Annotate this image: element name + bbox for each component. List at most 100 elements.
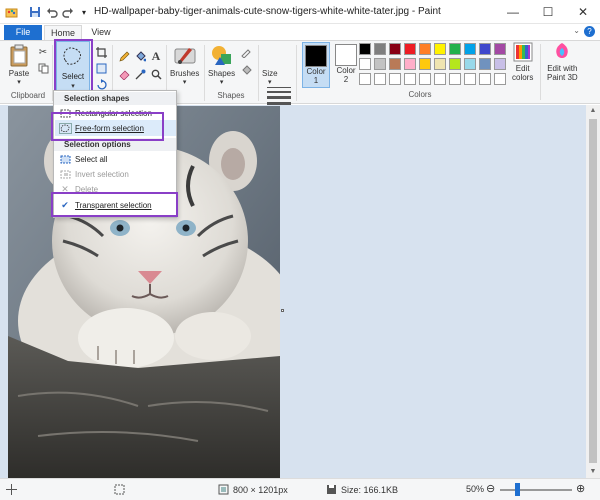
scroll-down-icon[interactable]: ▼ xyxy=(586,466,600,478)
cut-icon[interactable]: ✂ xyxy=(36,45,50,59)
eraser-icon[interactable] xyxy=(117,67,131,81)
undo-icon[interactable] xyxy=(45,5,59,19)
zoom-level: 50% xyxy=(466,484,485,494)
customize-quick-access-icon[interactable]: ▾ xyxy=(77,5,91,19)
maximize-button[interactable]: ☐ xyxy=(531,0,565,24)
crop-icon[interactable] xyxy=(94,45,108,59)
copy-icon[interactable] xyxy=(36,61,50,75)
palette-swatch[interactable] xyxy=(494,43,506,55)
color1-swatch xyxy=(305,45,327,67)
file-size: Size: 166.1KB xyxy=(326,484,398,495)
ribbon-separator xyxy=(258,45,259,101)
color-palette xyxy=(359,43,506,85)
ribbon-separator xyxy=(540,44,541,100)
tab-file[interactable]: File xyxy=(4,25,42,40)
palette-swatch[interactable] xyxy=(479,58,491,70)
brushes-button[interactable]: Brushes ▾ xyxy=(170,43,199,86)
shapes-button[interactable]: Shapes ▾ xyxy=(208,43,235,86)
freeform-selection-highlight xyxy=(51,112,164,141)
rotate-icon[interactable] xyxy=(94,77,108,91)
redo-icon[interactable] xyxy=(61,5,75,19)
color-picker-icon[interactable] xyxy=(133,67,147,81)
palette-swatch[interactable] xyxy=(389,58,401,70)
palette-swatch[interactable] xyxy=(404,73,416,85)
edit-colors-button[interactable]: Edit colors xyxy=(512,42,533,82)
cursor-position-icon xyxy=(6,484,17,495)
fill-shape-icon[interactable] xyxy=(239,63,253,77)
select-button-highlight xyxy=(54,39,93,94)
scroll-up-icon[interactable]: ▲ xyxy=(586,105,600,117)
scrollbar-thumb[interactable] xyxy=(589,119,597,463)
palette-swatch[interactable] xyxy=(404,43,416,55)
palette-swatch[interactable] xyxy=(464,73,476,85)
disk-icon xyxy=(327,485,336,494)
zoom-in-icon[interactable]: ⊕ xyxy=(576,482,585,495)
image-dimensions: 800 × 1201px xyxy=(218,484,288,495)
palette-swatch[interactable] xyxy=(479,73,491,85)
clipboard-icon xyxy=(10,44,28,67)
canvas-size-icon xyxy=(218,484,229,495)
help-icon[interactable]: ? xyxy=(584,26,595,37)
tab-view[interactable]: View xyxy=(86,25,116,40)
close-button[interactable]: ✕ xyxy=(566,0,600,24)
zoom-slider-track[interactable] xyxy=(500,489,572,491)
outline-icon[interactable] xyxy=(239,45,253,59)
vertical-scrollbar[interactable]: ▲ ▼ xyxy=(586,105,600,478)
fill-icon[interactable] xyxy=(133,49,147,63)
palette-swatch[interactable] xyxy=(449,58,461,70)
palette-swatch[interactable] xyxy=(389,43,401,55)
menu-item-select-all[interactable]: Select all xyxy=(55,151,176,167)
pencil-icon[interactable] xyxy=(117,49,131,63)
palette-swatch[interactable] xyxy=(419,58,431,70)
paste-button[interactable]: Paste ▾ xyxy=(8,43,30,86)
resize-icon[interactable] xyxy=(94,61,108,75)
palette-swatch[interactable] xyxy=(494,73,506,85)
zoom-out-icon[interactable]: ⊖ xyxy=(486,482,495,495)
palette-swatch[interactable] xyxy=(389,73,401,85)
color2-swatch xyxy=(335,44,357,66)
palette-swatch[interactable] xyxy=(434,73,446,85)
edit-with-paint3d-button[interactable]: Edit with Paint 3D xyxy=(547,42,578,82)
palette-swatch[interactable] xyxy=(449,43,461,55)
select-all-icon xyxy=(55,155,75,164)
palette-swatch[interactable] xyxy=(464,43,476,55)
group-label-colors: Colors xyxy=(408,90,432,99)
palette-swatch[interactable] xyxy=(449,73,461,85)
status-bar: 800 × 1201px Size: 166.1KB 50% ⊖ ⊕ xyxy=(0,478,600,500)
palette-swatch[interactable] xyxy=(434,43,446,55)
size-button[interactable]: Size ▾ xyxy=(262,67,278,86)
minimize-button[interactable]: — xyxy=(496,0,530,24)
ribbon-separator xyxy=(296,45,297,101)
magnifier-icon[interactable] xyxy=(149,67,163,81)
ribbon-separator xyxy=(204,45,205,101)
chevron-down-icon[interactable]: ⌄ xyxy=(573,26,580,35)
palette-swatch[interactable] xyxy=(359,58,371,70)
group-label-clipboard: Clipboard xyxy=(10,91,46,100)
text-icon[interactable]: A xyxy=(149,49,163,63)
shapes-icon xyxy=(211,46,231,65)
brush-icon xyxy=(174,48,196,64)
palette-swatch[interactable] xyxy=(419,73,431,85)
palette-swatch[interactable] xyxy=(359,73,371,85)
palette-swatch[interactable] xyxy=(374,58,386,70)
palette-swatch[interactable] xyxy=(374,73,386,85)
tab-home[interactable]: Home xyxy=(44,25,82,40)
palette-swatch[interactable] xyxy=(374,43,386,55)
title-bar: ▾ HD-wallpaper-baby-tiger-animals-cute-s… xyxy=(0,0,600,24)
palette-swatch[interactable] xyxy=(419,43,431,55)
color2-button[interactable]: Color 2 xyxy=(332,42,360,88)
zoom-slider-thumb[interactable] xyxy=(515,483,520,496)
menu-item-invert-selection[interactable]: Invert selection xyxy=(55,166,176,182)
selection-size-icon xyxy=(114,484,125,495)
palette-swatch[interactable] xyxy=(359,43,371,55)
palette-swatch[interactable] xyxy=(434,58,446,70)
palette-swatch[interactable] xyxy=(479,43,491,55)
palette-swatch[interactable] xyxy=(494,58,506,70)
invert-selection-icon xyxy=(55,170,75,179)
canvas-resize-handle[interactable] xyxy=(281,309,284,312)
window-title: HD-wallpaper-baby-tiger-animals-cute-sno… xyxy=(94,6,441,17)
save-icon[interactable] xyxy=(28,5,42,19)
palette-swatch[interactable] xyxy=(464,58,476,70)
color1-button[interactable]: Color 1 xyxy=(302,42,330,88)
palette-swatch[interactable] xyxy=(404,58,416,70)
